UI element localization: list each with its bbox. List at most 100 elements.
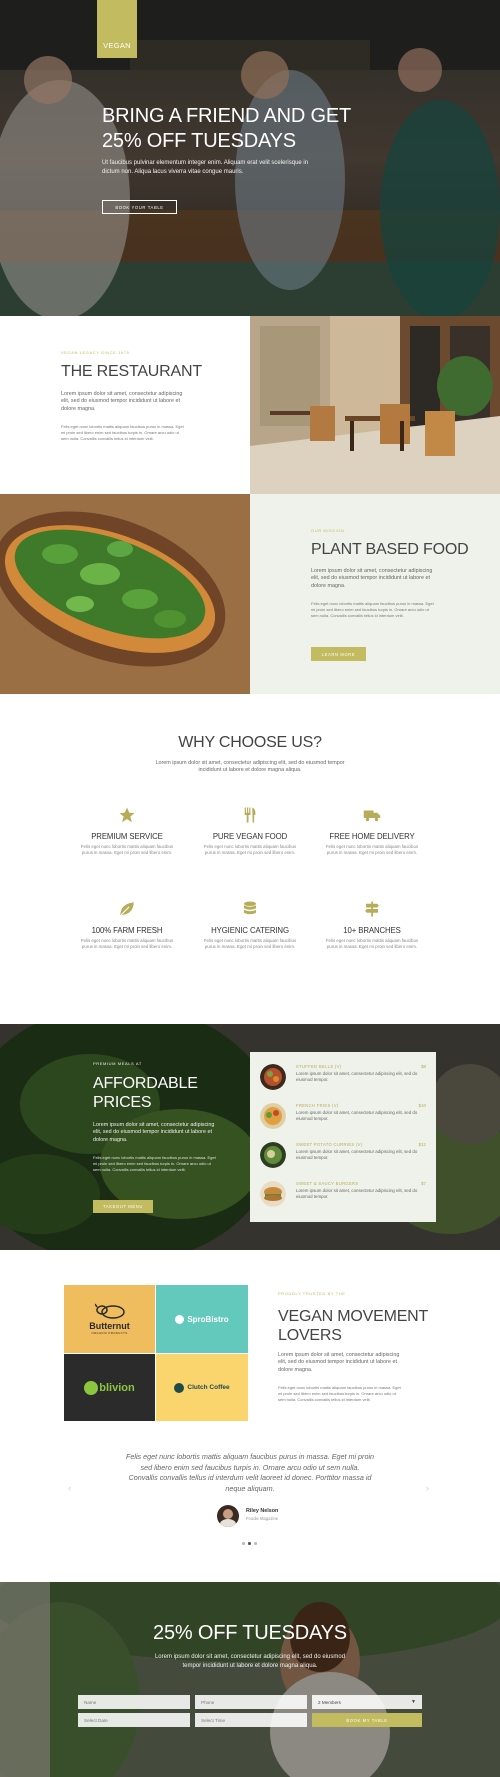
utensils-icon — [244, 807, 256, 823]
restaurant-patio-photo — [250, 316, 500, 494]
menu-item[interactable]: SWEET POTATO CURRIES (V) $12 Lorem ipsum… — [260, 1140, 426, 1176]
date-field[interactable]: Select Date — [78, 1713, 190, 1727]
booking-photo — [0, 1582, 500, 1777]
date-placeholder: Select Date — [84, 1717, 108, 1723]
feature-pure-vegan-food: PURE VEGAN FOOD Felis eget nunc lobortis… — [195, 806, 305, 856]
carousel-dot[interactable] — [254, 1542, 257, 1545]
why-intro: Lorem ipsum dolor sit amet, consectetur … — [155, 760, 345, 774]
carousel-dot[interactable] — [242, 1542, 245, 1545]
book-your-table-button[interactable]: BOOK YOUR TABLE — [102, 200, 177, 214]
mission-kicker: OUR MISSION — [311, 528, 345, 533]
testimonial-prev-arrow-icon[interactable]: ‹ — [68, 1483, 71, 1493]
menu-item[interactable]: STUFFED BELLS (V) $8 Lorem ipsum dolor s… — [260, 1062, 426, 1098]
feature-premium-service: PREMIUM SERVICE Felis eget nunc lobortis… — [72, 806, 182, 856]
menu-item[interactable]: SWEET & SAUCY BURGERS $7 Lorem ipsum dol… — [260, 1179, 426, 1215]
restaurant-kicker: VEGAN LEGACY SINCE 1975 — [61, 350, 130, 355]
mission-section: OUR MISSION PLANT BASED FOOD Lorem ipsum… — [0, 494, 500, 694]
menu-item-name: FRENCH FRIES (V) — [296, 1103, 339, 1108]
guests-value: 2 Members — [318, 1699, 341, 1705]
feature-hygienic-catering: HYGIENIC CATERING Felis eget nunc lobort… — [195, 900, 305, 950]
testimonial-avatar — [217, 1505, 239, 1527]
database-icon — [244, 901, 256, 915]
feature-branches: 10+ BRANCHES Felis eget nunc lobortis ma… — [317, 900, 427, 950]
testimonial-next-arrow-icon[interactable]: › — [426, 1483, 429, 1493]
logo-oblivion[interactable]: blivion — [64, 1354, 155, 1421]
leaf-icon — [120, 902, 134, 916]
logo-butternut[interactable]: Butternut ORGANIC PRODUCTS — [64, 1285, 155, 1353]
menu-item-price: $12 — [418, 1142, 426, 1147]
sprobistro-mark-icon — [175, 1314, 185, 1324]
menu-item-name: SWEET POTATO CURRIES (V) — [296, 1142, 363, 1147]
lovers-title-line1: VEGAN MOVEMENT — [278, 1308, 429, 1325]
phone-field[interactable]: Phone — [195, 1695, 307, 1709]
prices-kicker: PREMIUM MEALS AT — [93, 1061, 142, 1066]
feature-farm-fresh: 100% FARM FRESH Felis eget nunc lobortis… — [72, 900, 182, 950]
chevron-down-icon: ▼ — [411, 1699, 416, 1705]
menu-item-desc: Lorem ipsum dolor sit amet, consectetur … — [296, 1149, 418, 1161]
hero-body: Ut faucibus pulvinar elementum integer e… — [102, 160, 309, 175]
feature-title: 100% FARM FRESH — [91, 926, 163, 935]
mission-para2: Felis eget nunc lobortis mattis aliquam … — [311, 601, 434, 618]
guests-select[interactable]: 2 Members ▼ — [312, 1695, 422, 1709]
name-field[interactable]: Name — [78, 1695, 190, 1709]
menu-item[interactable]: FRENCH FRIES (V) $10 Lorem ipsum dolor s… — [260, 1101, 426, 1137]
name-placeholder: Name — [84, 1699, 97, 1705]
menu-item-price: $10 — [418, 1103, 426, 1108]
menu-item-name: SWEET & SAUCY BURGERS — [296, 1181, 359, 1186]
time-placeholder: Select Time — [201, 1717, 225, 1723]
prices-para2: Felis eget nunc lobortis mattis aliquam … — [93, 1155, 216, 1172]
logo-clutch-coffee[interactable]: Clutch Coffee — [156, 1354, 248, 1421]
dish-photo — [260, 1142, 286, 1168]
testimonial-quote: Felis eget nunc lobortis mattis aliquam … — [125, 1452, 375, 1493]
feature-title: FREE HOME DELIVERY — [329, 832, 415, 841]
signpost-icon — [365, 901, 379, 917]
book-my-table-button[interactable]: BOOK MY TABLE — [312, 1713, 422, 1727]
coffee-cup-icon — [174, 1382, 185, 1393]
lovers-section: Butternut ORGANIC PRODUCTS SproBistro bl… — [0, 1250, 500, 1582]
prices-section: PREMIUM MEALS AT AFFORDABLE PRICES Lorem… — [0, 1024, 500, 1250]
feature-desc: Felis eget nunc lobortis mattis aliquam … — [80, 844, 174, 856]
booking-title: 25% OFF TUESDAYS — [153, 1622, 347, 1644]
sandwich-photo — [0, 494, 250, 694]
why-title: WHY CHOOSE US? — [178, 734, 322, 751]
feature-title: 10+ BRANCHES — [343, 926, 401, 935]
time-field[interactable]: Select Time — [195, 1713, 307, 1727]
menu-card: STUFFED BELLS (V) $8 Lorem ipsum dolor s… — [250, 1052, 436, 1222]
prices-title-line1: AFFORDABLE — [93, 1075, 198, 1092]
learn-more-button[interactable]: LEARN MORE — [311, 647, 366, 661]
feature-title: PREMIUM SERVICE — [91, 832, 163, 841]
phone-placeholder: Phone — [201, 1699, 215, 1705]
mission-para1: Lorem ipsum dolor sit amet, consectetur … — [311, 568, 433, 589]
butternut-squash-icon — [94, 1303, 125, 1319]
testimonial-name: Riley Nelson — [246, 1508, 279, 1514]
feature-desc: Felis eget nunc lobortis mattis aliquam … — [80, 938, 174, 950]
hero-headline-line1: BRING A FRIEND AND GET — [102, 105, 351, 127]
menu-item-desc: Lorem ipsum dolor sit amet, consectetur … — [296, 1110, 418, 1122]
dish-photo — [260, 1103, 286, 1129]
vegan-badge: VEGAN — [97, 0, 137, 58]
restaurant-title: THE RESTAURANT — [61, 363, 202, 380]
logo-butternut-name: Butternut — [89, 1321, 130, 1331]
dish-photo — [260, 1181, 286, 1207]
booking-intro: Lorem ipsum dolor sit amet, consectetur … — [154, 1654, 346, 1669]
hero-photo — [0, 0, 500, 316]
feature-desc: Felis eget nunc lobortis mattis aliquam … — [325, 844, 419, 856]
carousel-dot-active[interactable] — [248, 1542, 251, 1545]
feature-desc: Felis eget nunc lobortis mattis aliquam … — [325, 938, 419, 950]
prices-title: AFFORDABLE PRICES — [93, 1074, 198, 1112]
restaurant-section: VEGAN LEGACY SINCE 1975 THE RESTAURANT L… — [0, 316, 500, 494]
hero-section: VEGAN BRING A FRIEND AND GET 25% OFF TUE… — [0, 0, 500, 316]
menu-item-name: STUFFED BELLS (V) — [296, 1064, 342, 1069]
logo-sprobistro[interactable]: SproBistro — [156, 1285, 248, 1353]
vegan-badge-label: VEGAN — [103, 41, 131, 50]
prices-para1: Lorem ipsum dolor sit amet, consectetur … — [93, 1122, 215, 1143]
restaurant-para2: Felis eget nunc lobortis mattis aliquam … — [61, 424, 184, 441]
feature-desc: Felis eget nunc lobortis mattis aliquam … — [203, 844, 297, 856]
hero-headline: BRING A FRIEND AND GET 25% OFF TUESDAYS — [102, 104, 351, 154]
hero-headline-line2: 25% OFF TUESDAYS — [102, 130, 296, 152]
takeout-menu-button[interactable]: TAKEOUT MENU — [93, 1200, 153, 1213]
mission-title: PLANT BASED FOOD — [311, 541, 469, 558]
menu-item-price: $8 — [421, 1064, 426, 1069]
menu-item-desc: Lorem ipsum dolor sit amet, consectetur … — [296, 1188, 418, 1200]
truck-icon — [363, 810, 381, 822]
